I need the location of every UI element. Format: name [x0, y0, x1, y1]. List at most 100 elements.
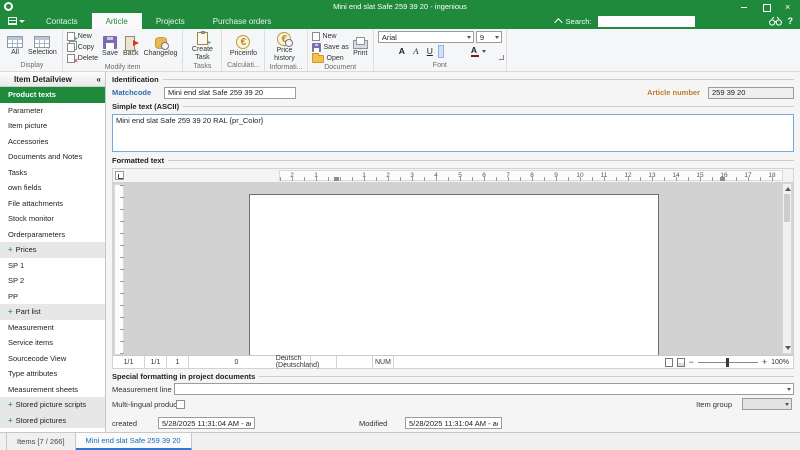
sidebar-item[interactable]: SP 1: [0, 258, 105, 274]
align-center-button[interactable]: [446, 45, 452, 58]
sidebar-item[interactable]: Documents and Notes: [0, 149, 105, 165]
indent-marker-left[interactable]: [334, 176, 339, 181]
ruler-number: 8: [530, 171, 534, 179]
simple-text-header: Simple text (ASCII): [112, 102, 794, 112]
font-family-select[interactable]: Arial: [377, 31, 474, 43]
sidebar-item-label: Accessories: [8, 136, 49, 146]
zoom-slider-thumb[interactable]: [725, 357, 729, 367]
scrollbar-thumb[interactable]: [784, 193, 790, 222]
tab-stop-selector[interactable]: [115, 170, 124, 180]
sidebar-item[interactable]: Sourcecode View: [0, 351, 105, 367]
sidebar-item[interactable]: Stored pictures: [0, 412, 105, 428]
document-open-button[interactable]: Open: [311, 53, 349, 63]
maximize-icon[interactable]: [762, 3, 771, 12]
delete-item-button[interactable]: Delete: [66, 53, 98, 63]
sidebar-item[interactable]: Tasks: [0, 165, 105, 181]
back-button[interactable]: Back: [122, 35, 140, 59]
indent-marker-right[interactable]: [720, 176, 725, 181]
ruler-number: 3: [410, 171, 414, 179]
minimize-icon[interactable]: [740, 3, 748, 11]
font-size-select[interactable]: 9: [475, 31, 502, 43]
font-color-button[interactable]: [470, 46, 486, 57]
sidebar-item[interactable]: Product texts: [0, 87, 105, 103]
content-area: Item Detailview « Product texts Paramete…: [0, 72, 800, 432]
app-menu-button[interactable]: [6, 14, 26, 28]
sidebar-item-label: Type attributes: [8, 369, 58, 379]
document-new-button[interactable]: New: [311, 31, 349, 41]
document-page[interactable]: [249, 193, 659, 356]
ribbon-tab[interactable]: Article: [91, 13, 142, 29]
display-all-button[interactable]: All: [6, 35, 24, 58]
created-input[interactable]: [158, 417, 255, 430]
zoom-out-button[interactable]: [689, 357, 694, 367]
web-layout-icon[interactable]: [676, 357, 685, 367]
print-layout-icon[interactable]: [664, 357, 673, 367]
formatted-text-editor[interactable]: 2 1 1 2 3 4 5 6 7 8 9 10 11 12 13 14 15 16 17 18: [112, 167, 794, 370]
ribbon-tabs: Contacts Article Projects Purchase order…: [32, 13, 285, 29]
ruler-number: 9: [554, 171, 558, 179]
sidebar-item[interactable]: PP: [0, 289, 105, 305]
copy-item-button[interactable]: Copy: [66, 42, 98, 52]
scroll-up-icon[interactable]: [785, 186, 791, 191]
help-icon[interactable]: [788, 16, 794, 26]
price-history-button[interactable]: Price history: [269, 31, 299, 63]
collapse-ribbon-icon[interactable]: [553, 18, 563, 27]
zoom-in-button[interactable]: [762, 357, 767, 367]
font-dialog-launcher[interactable]: [498, 55, 504, 60]
ribbon-tab[interactable]: Projects: [142, 13, 199, 29]
new-item-button[interactable]: New: [66, 31, 98, 41]
measurement-line-select[interactable]: [174, 383, 794, 396]
sidebar-item[interactable]: Item picture: [0, 118, 105, 134]
italic-button[interactable]: [410, 46, 422, 57]
ruler-number: 10: [576, 171, 584, 179]
group-label-modify-item: Modify item: [104, 64, 141, 71]
sidebar-item[interactable]: Measurement sheets: [0, 382, 105, 398]
search-binoculars-icon[interactable]: [768, 16, 782, 26]
sidebar-item[interactable]: Measurement: [0, 320, 105, 336]
document-tab[interactable]: Mini end slat Safe 259 39 20: [75, 433, 192, 450]
editor-canvas[interactable]: [113, 181, 793, 356]
sidebar-item[interactable]: Orderparameters: [0, 227, 105, 243]
editor-scrollbar[interactable]: [782, 182, 792, 355]
simple-text-input[interactable]: Mini end slat Safe 259 39 20 RAL {pr_Col…: [112, 113, 794, 152]
save-button[interactable]: Save: [101, 35, 119, 59]
align-left-button[interactable]: [437, 45, 444, 58]
items-tab[interactable]: Items [7 / 266]: [6, 433, 76, 450]
ribbon-tab[interactable]: Contacts: [32, 13, 92, 29]
create-task-button[interactable]: Create Task: [187, 31, 217, 62]
sidebar-item[interactable]: Accessories: [0, 134, 105, 150]
align-justify-button[interactable]: [462, 45, 468, 58]
article-number-input[interactable]: [708, 86, 794, 99]
bold-button[interactable]: [396, 46, 408, 57]
print-button[interactable]: Print: [352, 36, 369, 59]
sidebar-item[interactable]: Prices: [0, 242, 105, 258]
sidebar-item[interactable]: Parameter: [0, 103, 105, 119]
item-group-select[interactable]: [742, 398, 792, 411]
priceinfo-button[interactable]: Priceinfo: [226, 34, 260, 59]
search-input[interactable]: [597, 15, 695, 27]
ribbon-tab[interactable]: Purchase orders: [199, 13, 286, 29]
font-size-value: 9: [479, 32, 484, 42]
sidebar-item[interactable]: SP 2: [0, 273, 105, 289]
matchcode-input[interactable]: [164, 86, 296, 99]
sidebar-item[interactable]: Stored picture scripts: [0, 397, 105, 413]
close-icon[interactable]: [784, 3, 792, 11]
sidebar-item[interactable]: Part list: [0, 304, 105, 320]
sidebar-item[interactable]: Service items: [0, 335, 105, 351]
modified-input[interactable]: [405, 417, 502, 430]
sidebar-item[interactable]: own fields: [0, 180, 105, 196]
zoom-slider[interactable]: [697, 357, 758, 367]
sidebar-collapse-icon[interactable]: «: [97, 75, 101, 84]
multilingual-checkbox[interactable]: [176, 399, 185, 409]
sidebar-item[interactable]: Stock monitor: [0, 211, 105, 227]
sidebar-item-label: Measurement: [8, 322, 54, 332]
scroll-down-icon[interactable]: [785, 346, 791, 351]
sidebar-item[interactable]: File attachments: [0, 196, 105, 212]
ribbon-tab-bar: Contacts Article Projects Purchase order…: [0, 13, 800, 29]
changelog-button[interactable]: Changelog: [143, 36, 179, 59]
sidebar-item[interactable]: Type attributes: [0, 366, 105, 382]
align-right-button[interactable]: [454, 45, 460, 58]
document-save-as-button[interactable]: Save as: [311, 42, 349, 52]
display-selection-button[interactable]: Selection: [27, 35, 58, 58]
underline-button[interactable]: [424, 46, 436, 57]
